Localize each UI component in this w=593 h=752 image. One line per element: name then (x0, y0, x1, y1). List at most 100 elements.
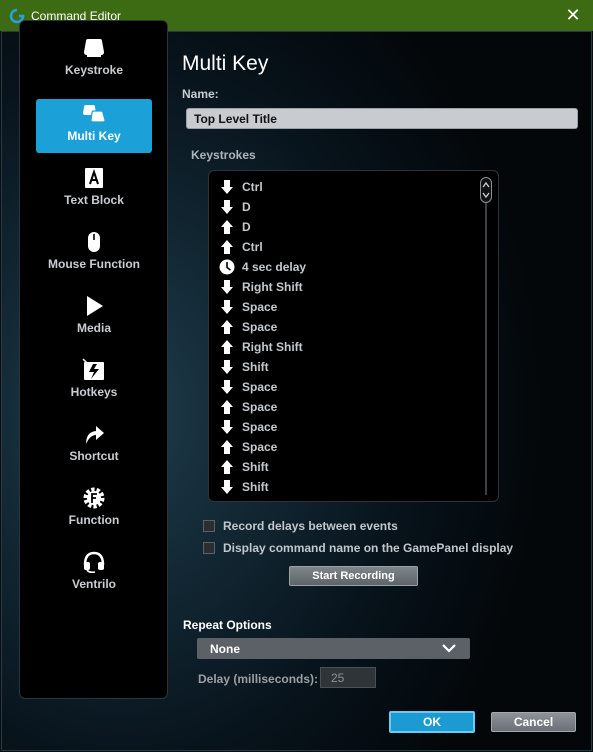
keystroke-label: Space (242, 300, 278, 314)
play-icon (87, 296, 103, 316)
keycap-icon (84, 39, 104, 57)
keystroke-row[interactable]: Space (219, 417, 277, 437)
keystroke-label: Space (242, 380, 278, 394)
record-delays-label: Record delays between events (223, 519, 398, 533)
repeat-options-dropdown[interactable]: None (197, 638, 470, 659)
sidebar-item-label: Shortcut (69, 449, 119, 463)
sidebar-item-media[interactable]: Media (36, 291, 152, 345)
repeat-options-label: Repeat Options (183, 618, 272, 632)
keystroke-row[interactable]: Space (219, 297, 277, 317)
hotkeys-icon (82, 358, 104, 380)
keystroke-label: 4 sec delay (242, 260, 307, 274)
arrow-up-icon (221, 220, 233, 234)
sidebar-item-function[interactable]: Function (36, 483, 152, 537)
headset-icon (83, 551, 105, 574)
page-title: Multi Key (182, 52, 269, 75)
sidebar-item-label: Function (68, 513, 120, 527)
keystroke-label: Space (242, 320, 278, 334)
sidebar-item-shortcut[interactable]: Shortcut (36, 419, 152, 473)
record-delays-checkbox[interactable]: Record delays between events (203, 519, 398, 533)
keystroke-row[interactable]: Shift (219, 457, 269, 477)
close-button[interactable]: ✕ (553, 0, 593, 31)
keystrokes-list[interactable]: Ctrl D D Ctrl 4 sec delay Right Shift Space Spa… (208, 170, 499, 502)
close-icon: ✕ (565, 5, 581, 25)
arrow-up-icon (221, 460, 233, 474)
sidebar-item-label: Mouse Function (48, 257, 140, 271)
repeat-selected-value: None (210, 641, 240, 656)
keystroke-label: Right Shift (242, 280, 303, 294)
sidebar-item-keystroke[interactable]: Keystroke (36, 33, 152, 87)
keystroke-row[interactable]: Space (219, 317, 277, 337)
sidebar-item-label: Multi Key (67, 129, 121, 143)
keystroke-row[interactable]: 4 sec delay (219, 257, 306, 277)
arrow-down-icon (221, 380, 233, 394)
delay-label: Delay (milliseconds): (198, 672, 319, 686)
sidebar-item-label: Text Block (64, 193, 124, 207)
mouse-icon (88, 232, 100, 252)
arrow-up-icon (221, 440, 233, 454)
arrow-down-icon (221, 420, 233, 434)
delay-input[interactable] (320, 667, 376, 688)
start-recording-button[interactable]: Start Recording (289, 566, 418, 586)
sidebar-item-ventrilo[interactable]: Ventrilo (36, 547, 152, 601)
keystroke-label: Space (242, 420, 278, 434)
arrow-down-icon (221, 360, 233, 374)
keystroke-row[interactable]: Shift (219, 357, 269, 377)
display-name-label: Display command name on the GamePanel di… (223, 541, 514, 555)
name-label: Name: (182, 87, 219, 101)
keystroke-label: Shift (242, 460, 269, 474)
keystroke-label: Ctrl (242, 180, 263, 194)
sidebar-item-mouse-function[interactable]: Mouse Function (36, 227, 152, 281)
scroll-button[interactable] (480, 177, 492, 203)
command-type-sidebar: Keystroke Multi Key Text Block Mouse Fun… (19, 20, 168, 699)
shortcut-arrow-icon (86, 426, 104, 444)
chevron-down-icon (442, 644, 456, 653)
arrow-up-icon (221, 400, 233, 414)
keystroke-label: Ctrl (242, 240, 263, 254)
arrow-down-icon (221, 300, 233, 314)
name-input[interactable] (186, 108, 578, 129)
arrow-down-icon (221, 200, 233, 214)
keystroke-row[interactable]: D (219, 217, 251, 237)
keystroke-row[interactable]: Ctrl (219, 177, 263, 197)
checkbox-box[interactable] (203, 542, 215, 554)
keystroke-row[interactable]: Ctrl (219, 237, 263, 257)
sidebar-item-hotkeys[interactable]: Hotkeys (36, 355, 152, 409)
text-block-icon (85, 168, 103, 188)
keystroke-row[interactable]: D (219, 197, 251, 217)
arrow-up-icon (221, 240, 233, 254)
sidebar-item-multi-key[interactable]: Multi Key (36, 99, 152, 153)
arrow-down-icon (221, 180, 233, 194)
function-gear-icon (83, 487, 105, 509)
keystroke-row[interactable]: Space (219, 397, 277, 417)
display-name-checkbox[interactable]: Display command name on the GamePanel di… (203, 541, 513, 555)
checkbox-box[interactable] (203, 520, 215, 532)
arrow-down-icon (221, 480, 233, 494)
scroll-up-down-icon (482, 181, 490, 199)
keystroke-row[interactable]: Right Shift (219, 337, 303, 357)
ok-button[interactable]: OK (389, 711, 475, 733)
sidebar-item-label: Ventrilo (71, 577, 116, 591)
keystroke-label: D (242, 200, 251, 214)
keystrokes-label: Keystrokes (191, 148, 256, 162)
keystroke-row[interactable]: Right Shift (219, 277, 303, 297)
scrollbar-track[interactable] (485, 179, 487, 495)
keystroke-label: D (242, 220, 251, 234)
keystroke-row[interactable]: Shift (219, 477, 269, 497)
arrow-down-icon (221, 280, 233, 294)
keystroke-label: Shift (242, 360, 269, 374)
sidebar-item-label: Hotkeys (70, 385, 118, 399)
keystroke-label: Right Shift (242, 340, 303, 354)
keystroke-label: Shift (242, 480, 269, 494)
multi-keycap-icon (83, 105, 106, 123)
sidebar-item-label: Media (76, 321, 111, 335)
sidebar-item-label: Keystroke (64, 63, 124, 77)
cancel-button[interactable]: Cancel (491, 712, 576, 732)
keystroke-label: Space (242, 440, 278, 454)
arrow-up-icon (221, 320, 233, 334)
clock-icon (219, 259, 235, 275)
keystroke-row[interactable]: Space (219, 377, 277, 397)
sidebar-item-text-block[interactable]: Text Block (36, 163, 152, 217)
keystroke-label: Space (242, 400, 278, 414)
keystroke-row[interactable]: Space (219, 437, 277, 457)
